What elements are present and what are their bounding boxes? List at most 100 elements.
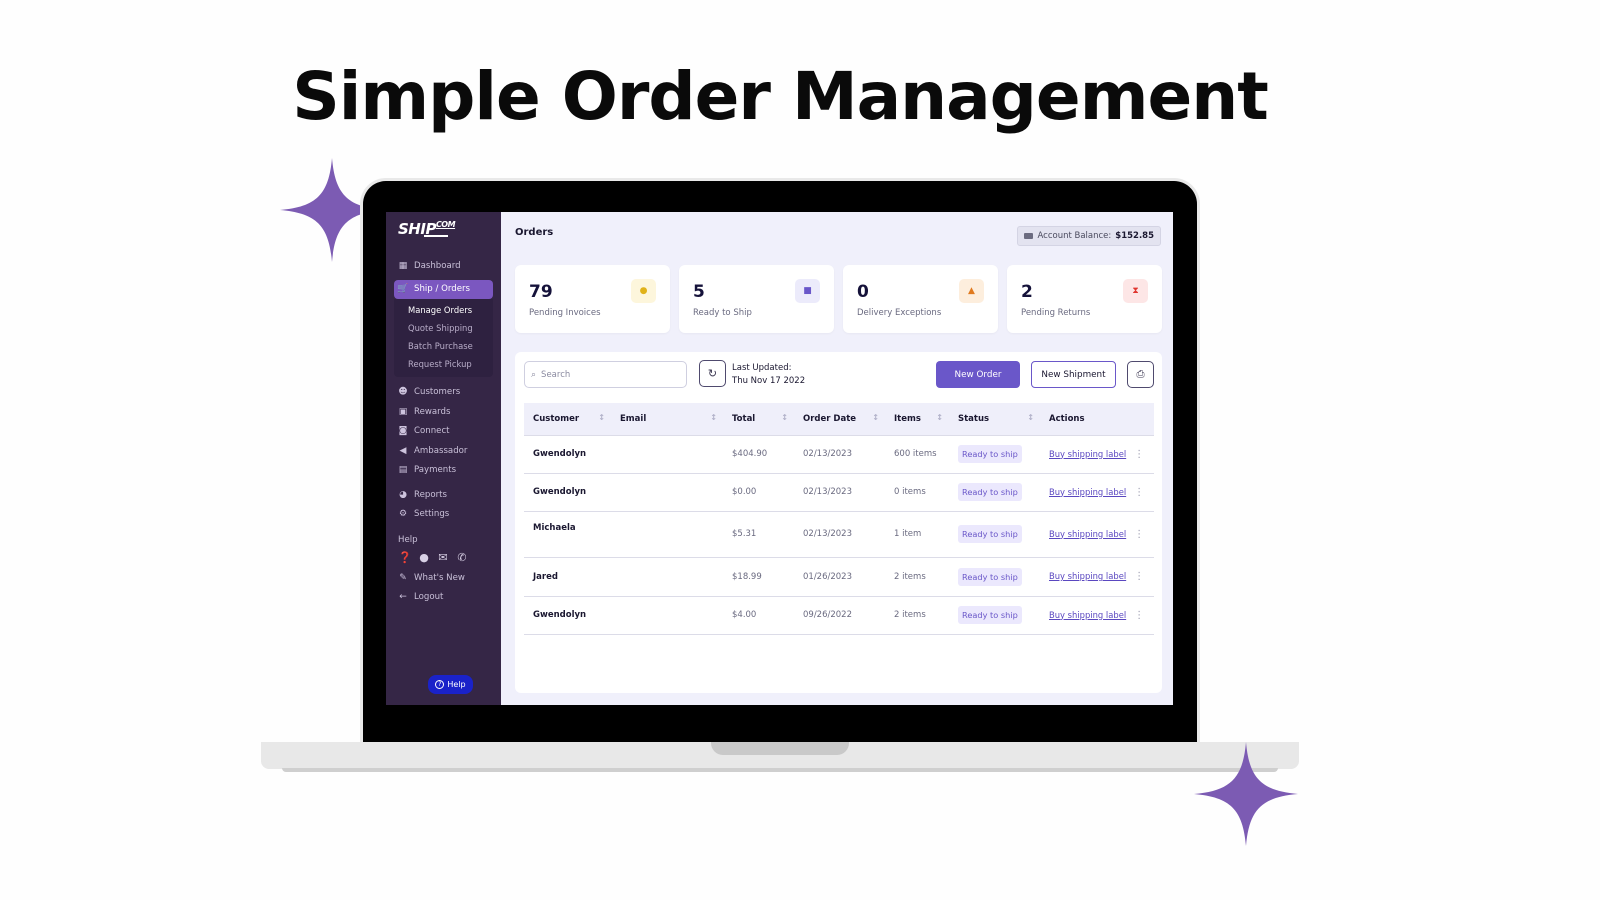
sidebar-item-customers[interactable]: ☻ Customers <box>394 382 493 402</box>
cell-order-date: 02/13/2023 <box>803 529 852 539</box>
stat-label: Pending Returns <box>1021 308 1091 318</box>
cell-actions: Buy shipping label ⋮ <box>1040 511 1154 557</box>
table-row[interactable]: Gwendolyn $0.00 02/13/2023 0 items Ready… <box>524 473 1154 511</box>
sidebar-item-rewards[interactable]: ▣ Rewards <box>394 402 493 422</box>
buy-shipping-label-link[interactable]: Buy shipping label <box>1049 571 1126 581</box>
app-screen: SHIPCOM ▦ Dashboard 🛒 Ship / Orders Mana… <box>386 212 1173 705</box>
chat-icon: ◙ <box>398 426 408 436</box>
cell-actions: Buy shipping label ⋮ <box>1040 557 1154 596</box>
more-options-icon[interactable]: ⋮ <box>1134 449 1144 460</box>
orders-panel: ⌕ ↻ Last Updated: Thu Nov 17 2022 New Or… <box>515 352 1162 693</box>
balance-value: $152.85 <box>1115 231 1154 241</box>
sidebar-item-payments[interactable]: ▤ Payments <box>394 460 493 480</box>
help-button[interactable]: ? Help <box>428 675 473 694</box>
new-order-button[interactable]: New Order <box>936 361 1020 388</box>
sidebar-item-label: Connect <box>414 426 450 436</box>
buy-shipping-label-link[interactable]: Buy shipping label <box>1049 529 1126 539</box>
help-button-label: Help <box>447 680 466 689</box>
sidebar-item-label: Rewards <box>414 406 451 417</box>
sort-icon[interactable]: ↕ <box>1027 413 1034 422</box>
orders-table: Customer ↕ Email ↕ Total ↕ Order Date ↕ Item… <box>524 403 1154 635</box>
search-field[interactable]: ⌕ <box>524 361 687 388</box>
status-badge: Ready to ship <box>958 483 1022 501</box>
column-header-order-date[interactable]: Order Date ↕ <box>794 403 885 435</box>
sidebar-item-whats-new[interactable]: ✎ What's New <box>394 568 493 588</box>
table-row[interactable]: Gwendolyn $4.00 09/26/2022 2 items Ready… <box>524 596 1154 634</box>
sidebar-item-reports[interactable]: ◕ Reports <box>394 485 493 505</box>
cell-items: 2 items <box>894 571 926 582</box>
column-label: Customer <box>533 413 580 424</box>
sidebar-item-dashboard[interactable]: ▦ Dashboard <box>394 256 493 276</box>
table-row[interactable]: Gwendolyn $404.90 02/13/2023 600 items R… <box>524 435 1154 473</box>
question-icon[interactable]: ❓ <box>398 551 412 564</box>
sidebar-item-label: Ambassador <box>414 445 468 456</box>
sort-icon[interactable]: ↕ <box>781 413 788 422</box>
stat-card-pending-invoices[interactable]: 79 Pending Invoices ● <box>515 265 670 333</box>
more-options-icon[interactable]: ⋮ <box>1134 571 1144 582</box>
stat-value: 2 <box>1021 282 1033 302</box>
sidebar-item-settings[interactable]: ⚙ Settings <box>394 504 493 524</box>
cell-total: $404.90 <box>732 449 768 459</box>
status-badge: Ready to ship <box>958 606 1022 624</box>
column-header-email[interactable]: Email ↕ <box>611 403 723 435</box>
buy-shipping-label-link[interactable]: Buy shipping label <box>1049 610 1126 620</box>
more-options-icon[interactable]: ⋮ <box>1134 610 1144 621</box>
envelope-icon[interactable]: ✉ <box>437 551 449 564</box>
status-badge: Ready to ship <box>958 445 1022 463</box>
edit-icon: ✎ <box>399 572 407 583</box>
stat-card-ready-to-ship[interactable]: 5 Ready to Ship ■ <box>679 265 834 333</box>
stat-card-pending-returns[interactable]: 2 Pending Returns ⧗ <box>1007 265 1162 333</box>
cell-status: Ready to ship <box>949 473 1040 511</box>
account-balance: Account Balance: $152.85 <box>1017 226 1161 246</box>
chat-bubble-icon[interactable]: ● <box>418 551 430 564</box>
print-button[interactable]: ⎙ <box>1127 361 1154 388</box>
more-options-icon[interactable]: ⋮ <box>1134 487 1144 498</box>
sidebar-item-ship-orders[interactable]: 🛒 Ship / Orders <box>394 279 493 299</box>
table-header-row: Customer ↕ Email ↕ Total ↕ Order Date ↕ Item… <box>524 403 1154 435</box>
main-content: Orders Account Balance: $152.85 79 Pendi… <box>501 212 1173 705</box>
cell-total: $5.31 <box>732 529 757 539</box>
sidebar-item-ambassador[interactable]: ◀ Ambassador <box>394 441 493 461</box>
sort-icon[interactable]: ↕ <box>710 413 717 422</box>
table-row[interactable]: Jared $18.99 01/26/2023 2 items Ready to… <box>524 557 1154 596</box>
column-header-total[interactable]: Total ↕ <box>723 403 794 435</box>
buy-shipping-label-link[interactable]: Buy shipping label <box>1049 449 1126 459</box>
stat-value: 5 <box>693 282 705 302</box>
sort-icon[interactable]: ↕ <box>598 413 605 422</box>
table-row[interactable]: Michaela $5.31 02/13/2023 1 item Ready t… <box>524 511 1154 557</box>
sidebar-item-logout[interactable]: ← Logout <box>394 587 493 607</box>
column-header-customer[interactable]: Customer ↕ <box>524 403 611 435</box>
stat-value: 0 <box>857 282 869 302</box>
new-shipment-button[interactable]: New Shipment <box>1031 361 1116 388</box>
cell-actions: Buy shipping label ⋮ <box>1040 596 1154 634</box>
column-label: Actions <box>1049 413 1085 424</box>
cell-status: Ready to ship <box>949 435 1040 473</box>
search-input[interactable] <box>541 369 672 380</box>
cell-customer: Gwendolyn <box>533 487 587 497</box>
phone-icon[interactable]: ✆ <box>456 551 468 564</box>
stat-card-delivery-exceptions[interactable]: 0 Delivery Exceptions ▲ <box>843 265 998 333</box>
stat-value: 79 <box>529 282 553 302</box>
subnav-batch-purchase[interactable]: Batch Purchase <box>408 337 493 355</box>
sidebar-item-label: Payments <box>414 465 457 475</box>
question-circle-icon: ? <box>435 680 445 689</box>
sidebar-item-label: Reports <box>414 489 447 500</box>
column-label: Order Date <box>803 413 857 424</box>
sidebar-item-label: What's New <box>414 572 465 583</box>
cell-status: Ready to ship <box>949 557 1040 596</box>
subnav-request-pickup[interactable]: Request Pickup <box>408 355 493 373</box>
cell-customer: Gwendolyn <box>533 610 587 620</box>
sort-icon[interactable]: ↕ <box>872 413 879 422</box>
column-header-items[interactable]: Items ↕ <box>885 403 949 435</box>
sidebar-item-connect[interactable]: ◙ Connect <box>394 421 493 441</box>
subnav-quote-shipping[interactable]: Quote Shipping <box>408 319 493 337</box>
sort-icon[interactable]: ↕ <box>936 413 943 422</box>
refresh-button[interactable]: ↻ <box>699 360 726 387</box>
column-header-status[interactable]: Status ↕ <box>949 403 1040 435</box>
cell-items: 1 item <box>894 529 922 539</box>
cell-order-date: 02/13/2023 <box>803 487 852 497</box>
more-options-icon[interactable]: ⋮ <box>1134 529 1144 540</box>
buy-shipping-label-link[interactable]: Buy shipping label <box>1049 487 1126 497</box>
warning-icon: ▲ <box>959 279 984 303</box>
subnav-manage-orders[interactable]: Manage Orders <box>408 301 493 319</box>
